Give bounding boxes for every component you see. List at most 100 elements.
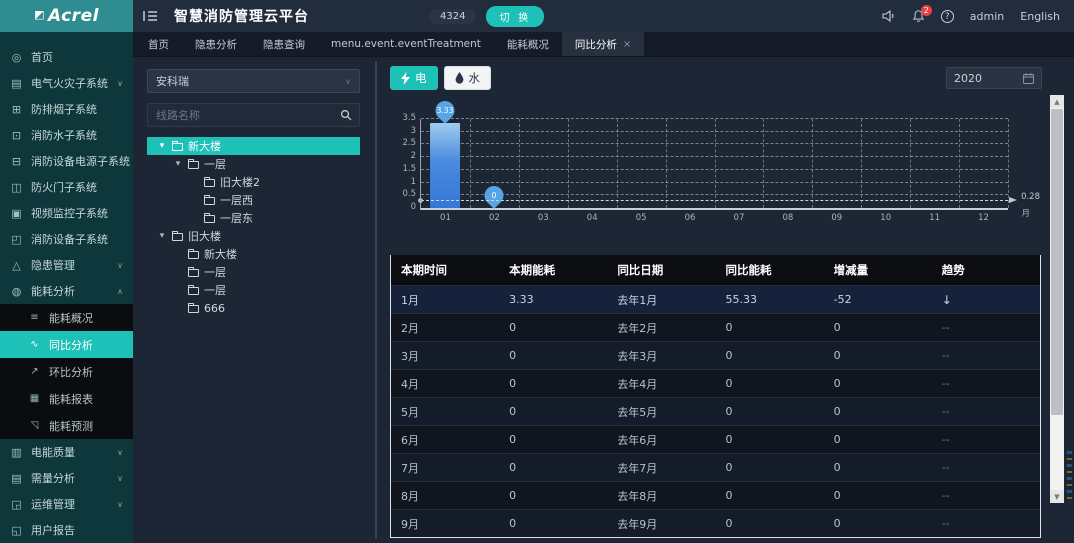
sidebar-item-label: 用户报告 [31,524,75,537]
sidebar-item[interactable]: ◰ 消防设备子系统 [0,226,133,252]
sidebar-item[interactable]: ▤ 需量分析 ∨ [0,465,133,491]
table-cell: 0 [499,509,608,537]
sidebar-subitem[interactable]: ▦ 能耗报表 [0,385,133,412]
close-icon[interactable]: × [623,39,631,50]
tab-label: 能耗概况 [506,38,549,51]
switch-button[interactable]: 切 换 [486,5,545,27]
scrollbar-track[interactable] [1050,108,1064,490]
gridline [763,119,765,208]
sidebar-subitem[interactable]: ∿ 同比分析 [0,331,133,358]
table-row: 2月 0 去年2月 0 0 -- [391,313,1040,342]
sidebar-item[interactable]: ▤ 电气火灾子系统 ∨ [0,70,133,96]
sidebar-subitem[interactable]: ◹ 能耗预测 [0,412,133,439]
table-cell: 去年5月 [607,397,716,426]
table-cell: 0 [499,397,608,426]
energy-icon: ◍ [11,284,22,298]
gridline [910,119,912,208]
org-select[interactable]: 安科瑞 ∨ [147,69,360,93]
scroll-up-button[interactable]: ▲ [1050,95,1064,108]
tab-label: 首页 [148,38,169,51]
table-cell: 0 [499,453,608,482]
sidebar-item[interactable]: ▥ 电能质量 ∨ [0,439,133,465]
user-name[interactable]: admin [970,10,1004,23]
sidebar-item[interactable]: ⊞ 防排烟子系统 [0,96,133,122]
water-drop-icon [455,72,463,84]
x-axis-unit-label: 月 [1021,209,1030,219]
gridline [1008,119,1009,208]
value-pin: 3.33 [432,97,459,125]
search-input[interactable] [148,108,333,122]
tree-node[interactable]: ▾ 旧大楼 [147,227,360,245]
tree-node[interactable]: 一层西 [147,191,360,209]
notification-bell-icon[interactable]: 2 [912,4,932,23]
year-picker[interactable]: 2020 [946,67,1042,89]
table-cell: 0 [715,369,824,398]
tree-node[interactable]: 新大楼 [147,245,360,263]
tree-node[interactable]: 一层东 [147,209,360,227]
tree-node[interactable]: 旧大楼2 [147,173,360,191]
scrollbar-thumb[interactable] [1051,109,1063,415]
y-tick-label: 3.5 [402,113,416,123]
caret-down-icon: ▾ [159,141,165,151]
chevron-up-icon: ∧ [117,286,123,296]
sidebar-subitem[interactable]: ≡ 能耗概况 [0,304,133,331]
tree-node[interactable]: ▾ 一层 [147,155,360,173]
search-icon[interactable] [333,104,359,126]
speaker-icon[interactable] [882,10,896,22]
tab[interactable]: 隐患查询 [250,32,318,56]
electricity-toggle-button[interactable]: 电 [390,66,438,90]
tree-panel: 安科瑞 ∨ ▾新大楼▾一层旧大楼2一层西一层东▾旧大楼新大楼一层一层666 [133,57,375,543]
tree-node[interactable]: ▾ 新大楼 [147,137,360,155]
sidebar-item[interactable]: ◲ 运维管理 ∨ [0,491,133,517]
help-icon[interactable]: ? [940,9,954,23]
x-tick-label: 07 [733,213,745,223]
collapse-menu-icon[interactable] [143,10,158,22]
brand-logo-icon: ◩ [34,7,45,21]
sidebar-item[interactable]: ▣ 视频监控子系统 [0,200,133,226]
trend-cell: -- [931,481,1040,510]
tree-node[interactable]: 666 [147,299,360,317]
table-cell: 去年2月 [607,313,716,342]
table-row: 7月 0 去年7月 0 0 -- [391,453,1040,482]
sidebar-item[interactable]: ⊟ 消防设备电源子系统 [0,148,133,174]
report-table-icon: ▦ [29,393,40,404]
sidebar-item[interactable]: △ 隐患管理 ∨ [0,252,133,278]
x-tick-label: 02 [488,213,500,223]
tree-node[interactable]: 一层 [147,281,360,299]
hazard-icon: △ [12,258,21,272]
tab[interactable]: 同比分析 × [561,32,645,56]
tab[interactable]: 首页 [135,32,182,56]
folder-icon [188,267,199,277]
sidebar-item[interactable]: ◍ 能耗分析 ∧ [0,278,133,304]
table-cell: 3.33 [499,285,608,314]
water-toggle-button[interactable]: 水 [443,66,491,90]
table-cell: 55.33 [715,285,824,314]
sidebar-item[interactable]: ◱ 用户报告 [0,517,133,543]
trend-cell: -- [931,369,1040,398]
scrollbar[interactable]: ▲ ▼ [1050,95,1064,503]
sidebar-item-label: 消防设备电源子系统 [31,155,130,168]
tree-node-label: 一层 [204,266,226,279]
language-switch[interactable]: English [1020,10,1060,23]
table-cell: 3月 [391,341,500,370]
tab[interactable]: 隐患分析 [182,32,250,56]
sidebar-item[interactable]: ⊡ 消防水子系统 [0,122,133,148]
forecast-icon: ◹ [30,420,39,431]
tab[interactable]: menu.event.eventTreatment [318,32,494,56]
tab[interactable]: 能耗概况 [494,32,562,56]
tab-label: 同比分析 [574,38,617,51]
sidebar-item[interactable]: ◫ 防火门子系统 [0,174,133,200]
sidebar-item[interactable]: ◎ 首页 [0,44,133,70]
electric-fire-icon: ▤ [11,76,22,90]
sidebar-subitem-label: 同比分析 [49,338,93,352]
sidebar-item-label: 视频监控子系统 [31,207,108,220]
user-report-icon: ◱ [11,523,22,537]
scroll-down-button[interactable]: ▼ [1050,490,1064,503]
sidebar-subitem-label: 能耗预测 [49,419,93,433]
chevron-down-icon: ∨ [117,473,123,483]
table-wrap: 本期时间 本期能耗 同比日期 同比能耗 增减量 趋势 1月 3.33 去年1月 55.33 -52 ↓… [390,255,1041,538]
tree-node[interactable]: 一层 [147,263,360,281]
top-bar: 智慧消防管理云平台 4324 切 换 2 ? admin English [133,0,1074,32]
sidebar-subitem[interactable]: ↗ 环比分析 [0,358,133,385]
trend-cell: -- [931,341,1040,370]
